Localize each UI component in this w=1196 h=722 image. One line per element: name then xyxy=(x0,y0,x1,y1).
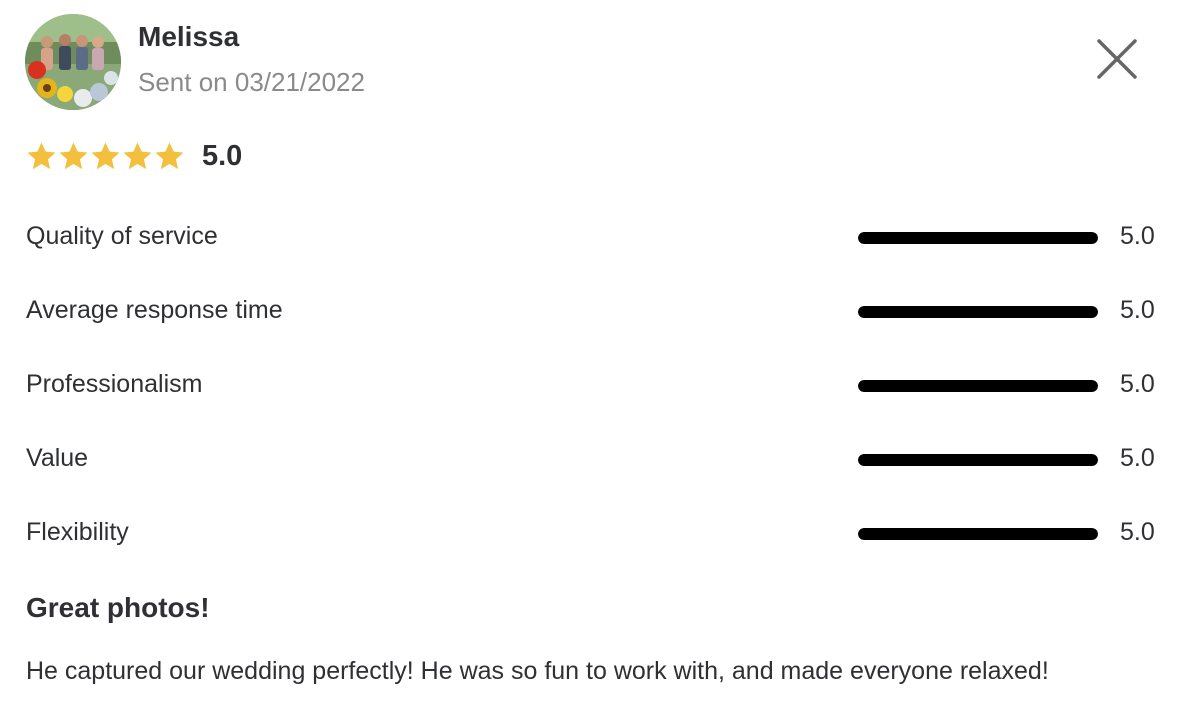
sent-date: Sent on 03/21/2022 xyxy=(138,67,365,97)
rating-label: Quality of service xyxy=(26,222,218,250)
rating-bar-fill xyxy=(858,454,1098,466)
rating-bar-fill xyxy=(858,232,1098,244)
rating-bar xyxy=(858,232,1098,244)
rating-label: Flexibility xyxy=(26,518,129,546)
rating-row: Average response time 5.0 xyxy=(26,290,1166,364)
rating-bar xyxy=(858,380,1098,392)
reviewer-info: Melissa Sent on 03/21/2022 xyxy=(138,14,365,98)
rating-label: Value xyxy=(26,444,89,472)
review-title: Great photos! xyxy=(26,592,210,623)
rating-value: 5.0 xyxy=(1120,518,1155,546)
star-icon xyxy=(58,141,89,172)
rating-value: 5.0 xyxy=(1120,296,1155,324)
star-icon xyxy=(26,141,57,172)
overall-rating: 5.0 xyxy=(26,140,242,173)
close-icon[interactable] xyxy=(1092,34,1142,84)
review-body: He captured our wedding perfectly! He wa… xyxy=(26,657,1049,685)
rating-bar xyxy=(858,528,1098,540)
rating-bar-fill xyxy=(858,528,1098,540)
rating-row: Quality of service 5.0 xyxy=(26,216,1166,290)
rating-value: 5.0 xyxy=(1120,222,1155,250)
rating-bar xyxy=(858,454,1098,466)
review-card: Melissa Sent on 03/21/2022 5.0 Quality o… xyxy=(0,0,1196,722)
star-icon xyxy=(122,141,153,172)
star-icon xyxy=(90,141,121,172)
avatar xyxy=(25,14,121,110)
reviewer-name: Melissa xyxy=(138,21,240,52)
star-rating xyxy=(26,141,186,172)
overall-score: 5.0 xyxy=(202,140,243,172)
rating-row: Professionalism 5.0 xyxy=(26,364,1166,438)
rating-row: Flexibility 5.0 xyxy=(26,512,1166,586)
rating-label: Professionalism xyxy=(26,370,203,398)
rating-value: 5.0 xyxy=(1120,370,1155,398)
rating-bar xyxy=(858,306,1098,318)
review-header: Melissa Sent on 03/21/2022 xyxy=(25,14,365,110)
rating-label: Average response time xyxy=(26,296,283,324)
rating-row: Value 5.0 xyxy=(26,438,1166,512)
rating-value: 5.0 xyxy=(1120,444,1155,472)
rating-breakdown: Quality of service 5.0 Average response ti… xyxy=(26,216,1166,586)
star-icon xyxy=(154,141,185,172)
rating-bar-fill xyxy=(858,380,1098,392)
rating-bar-fill xyxy=(858,306,1098,318)
close-button[interactable] xyxy=(1092,34,1142,84)
avatar-photo-icon xyxy=(25,14,121,110)
